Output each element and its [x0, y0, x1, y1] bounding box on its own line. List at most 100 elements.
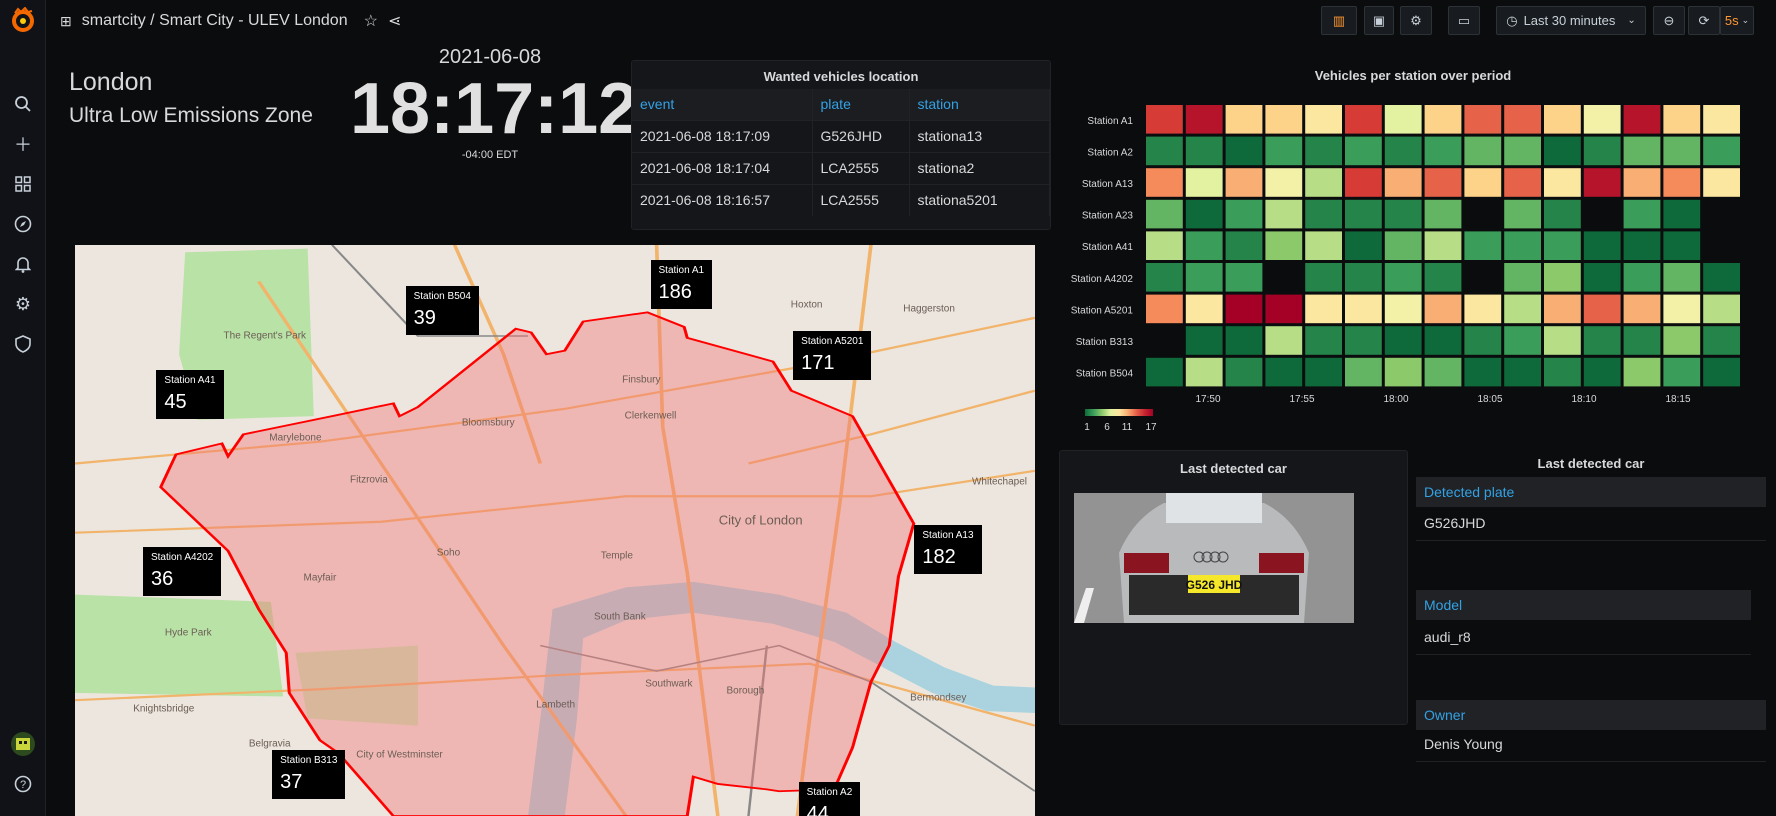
heatmap-cell[interactable]: [1305, 105, 1342, 134]
heatmap-cell[interactable]: [1703, 263, 1740, 292]
heatmap-cell[interactable]: [1703, 136, 1740, 166]
heatmap-cell[interactable]: [1305, 326, 1342, 355]
heatmap-cell[interactable]: [1185, 263, 1223, 292]
heatmap-cell[interactable]: [1185, 326, 1223, 355]
heatmap-cell[interactable]: [1623, 136, 1661, 166]
heatmap-cell[interactable]: [1185, 357, 1223, 387]
station-marker[interactable]: Station A1 186: [650, 260, 713, 310]
heatmap-cell[interactable]: [1265, 105, 1303, 134]
heatmap-cell[interactable]: [1623, 168, 1661, 197]
heatmap-cell[interactable]: [1544, 231, 1581, 260]
heatmap-cell[interactable]: [1464, 231, 1502, 260]
heatmap-cell[interactable]: [1384, 199, 1422, 229]
heatmap-cell[interactable]: [1384, 357, 1422, 387]
help-icon[interactable]: ?: [9, 770, 37, 798]
heatmap-cell[interactable]: [1225, 294, 1263, 324]
heatmap-cell[interactable]: [1265, 326, 1303, 355]
heatmap-cell[interactable]: [1146, 294, 1183, 324]
heatmap-cell[interactable]: [1703, 168, 1740, 197]
heatmap-cell[interactable]: [1583, 294, 1621, 324]
heatmap-cell[interactable]: [1663, 199, 1701, 229]
heatmap-cell[interactable]: [1623, 357, 1661, 387]
heatmap-cell[interactable]: [1663, 231, 1701, 260]
heatmap-cell[interactable]: [1384, 326, 1422, 355]
heatmap-cell[interactable]: [1185, 136, 1223, 166]
station-marker[interactable]: Station A5201 171: [793, 330, 872, 380]
heatmap-cell[interactable]: [1305, 199, 1342, 229]
heatmap-cell[interactable]: [1185, 105, 1223, 134]
heatmap-cell[interactable]: [1464, 326, 1502, 355]
heatmap-cell[interactable]: [1504, 199, 1541, 229]
heatmap-cell[interactable]: [1504, 168, 1541, 197]
heatmap-cell[interactable]: [1305, 136, 1342, 166]
heatmap-cell[interactable]: [1464, 294, 1502, 324]
heatmap-cell[interactable]: [1265, 294, 1303, 324]
heatmap-cell[interactable]: [1384, 294, 1422, 324]
heatmap-cell[interactable]: [1663, 263, 1701, 292]
user-avatar[interactable]: [9, 730, 37, 758]
heatmap-cell[interactable]: [1345, 105, 1382, 134]
heatmap-cell[interactable]: [1663, 136, 1701, 166]
heatmap-cell[interactable]: [1504, 294, 1541, 324]
heatmap-cell[interactable]: [1424, 168, 1462, 197]
heatmap-cell[interactable]: [1305, 357, 1342, 387]
heatmap-cell[interactable]: [1703, 105, 1740, 134]
heatmap-cell[interactable]: [1345, 168, 1382, 197]
heatmap-cell[interactable]: [1185, 199, 1223, 229]
heatmap-cell[interactable]: [1185, 231, 1223, 260]
heatmap-cell[interactable]: [1146, 136, 1183, 166]
heatmap-cell[interactable]: [1424, 199, 1462, 229]
heatmap-cell[interactable]: [1464, 168, 1502, 197]
heatmap-cell[interactable]: [1583, 105, 1621, 134]
heatmap-cell[interactable]: [1265, 357, 1303, 387]
heatmap-cell[interactable]: [1384, 136, 1422, 166]
heatmap-cell[interactable]: [1623, 294, 1661, 324]
heatmap-cell[interactable]: [1146, 263, 1183, 292]
station-marker[interactable]: Station A13 182: [914, 525, 982, 575]
heatmap-cell[interactable]: [1583, 168, 1621, 197]
heatmap-cell[interactable]: [1623, 105, 1661, 134]
station-marker[interactable]: Station B313 37: [272, 750, 346, 800]
heatmap-cell[interactable]: [1623, 231, 1661, 260]
heatmap-cell[interactable]: [1384, 231, 1422, 260]
station-marker[interactable]: Station B504 39: [405, 285, 479, 335]
heatmap-cell[interactable]: [1663, 326, 1701, 355]
heatmap-cell[interactable]: [1583, 263, 1621, 292]
heatmap-cell[interactable]: [1623, 263, 1661, 292]
heatmap-cell[interactable]: [1544, 105, 1581, 134]
heatmap-cell[interactable]: [1504, 136, 1541, 166]
heatmap-cell[interactable]: [1345, 357, 1382, 387]
heatmap-cell[interactable]: [1305, 231, 1342, 260]
heatmap-cell[interactable]: [1265, 136, 1303, 166]
heatmap-cell[interactable]: [1265, 231, 1303, 260]
heatmap-cell[interactable]: [1623, 326, 1661, 355]
heatmap-cell[interactable]: [1424, 263, 1462, 292]
heatmap-cell[interactable]: [1345, 263, 1382, 292]
heatmap-cell[interactable]: [1464, 136, 1502, 166]
heatmap-cell[interactable]: [1345, 326, 1382, 355]
heatmap-cell[interactable]: [1384, 263, 1422, 292]
heatmap-cell[interactable]: [1185, 294, 1223, 324]
heatmap-cell[interactable]: [1504, 357, 1541, 387]
heatmap-cell[interactable]: [1544, 294, 1581, 324]
heatmap-cell[interactable]: [1424, 105, 1462, 134]
heatmap-cell[interactable]: [1185, 168, 1223, 197]
heatmap-cell[interactable]: [1504, 231, 1541, 260]
heatmap-cell[interactable]: [1544, 326, 1581, 355]
heatmap-cell[interactable]: [1345, 294, 1382, 324]
heatmap-cell[interactable]: [1703, 326, 1740, 355]
heatmap-cell[interactable]: [1225, 105, 1263, 134]
heatmap-cell[interactable]: [1225, 231, 1263, 260]
heatmap-cell[interactable]: [1146, 168, 1183, 197]
heatmap-cell[interactable]: [1544, 199, 1581, 229]
heatmap-cell[interactable]: [1703, 294, 1740, 324]
heatmap-cell[interactable]: [1305, 294, 1342, 324]
heatmap-cell[interactable]: [1146, 105, 1183, 134]
heatmap-cell[interactable]: [1544, 263, 1581, 292]
heatmap-cell[interactable]: [1424, 326, 1462, 355]
heatmap-cell[interactable]: [1663, 168, 1701, 197]
heatmap-cell[interactable]: [1225, 136, 1263, 166]
ulez-map[interactable]: City of London Whitechapel Hyde Park The Re…: [75, 245, 1035, 816]
heatmap-cell[interactable]: [1225, 199, 1263, 229]
heatmap-cell[interactable]: [1146, 231, 1183, 260]
